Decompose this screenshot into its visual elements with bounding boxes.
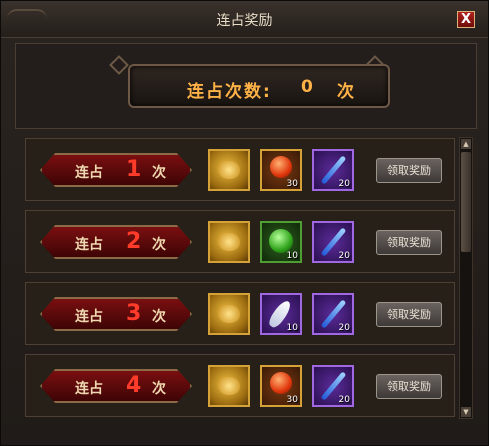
scroll-up-icon[interactable]: ▲: [461, 139, 471, 149]
claim-reward-button[interactable]: 领取奖励: [376, 374, 442, 399]
item-count: 10: [286, 323, 298, 333]
fire-orb-icon[interactable]: 30: [260, 149, 302, 191]
gold-ingot-icon-glyph: [218, 305, 240, 323]
scroll-thumb[interactable]: [461, 152, 471, 252]
row-suffix: 次: [152, 309, 166, 325]
gold-ingot-icon-glyph: [218, 161, 240, 179]
row-number: 4: [126, 373, 142, 398]
close-button[interactable]: X: [457, 11, 475, 28]
fire-orb-icon-glyph: [270, 372, 292, 394]
row-number: 1: [126, 157, 142, 182]
item-count: 20: [338, 323, 350, 333]
gold-ingot-icon[interactable]: [208, 221, 250, 263]
reward-row: 连占 3 次 10 20 领取奖励: [25, 282, 455, 345]
item-count: 20: [338, 179, 350, 189]
row-number: 3: [126, 301, 142, 326]
item-count: 10: [286, 251, 298, 261]
reward-row: 连占 2 次 10 20 领取奖励: [25, 210, 455, 273]
row-tier-label: 连占 3 次: [40, 297, 192, 331]
counter-label: 连占次数:: [187, 82, 272, 102]
reward-row: 连占 1 次 30 20 领取奖励: [25, 138, 455, 201]
counter-value: 0: [301, 77, 313, 97]
row-tier-label: 连占 2 次: [40, 225, 192, 259]
row-tier-label: 连占 1 次: [40, 153, 192, 187]
item-count: 30: [286, 395, 298, 405]
row-prefix: 连占: [75, 381, 103, 397]
scroll-down-icon[interactable]: ▼: [461, 407, 471, 417]
gold-ingot-icon[interactable]: [208, 365, 250, 407]
window-title: 连占奖励: [216, 13, 273, 29]
claim-reward-button[interactable]: 领取奖励: [376, 302, 442, 327]
row-prefix: 连占: [75, 309, 103, 325]
scrollbar[interactable]: ▲ ▼: [459, 137, 473, 419]
fire-orb-icon-glyph: [270, 156, 292, 178]
item-count: 30: [286, 179, 298, 189]
gold-ingot-icon-glyph: [218, 233, 240, 251]
row-tier-label: 连占 4 次: [40, 369, 192, 403]
row-suffix: 次: [152, 237, 166, 253]
gold-ingot-icon-glyph: [218, 377, 240, 395]
gold-ingot-icon[interactable]: [208, 293, 250, 335]
row-prefix: 连占: [75, 165, 103, 181]
counter-banner: 连占次数: 0 次: [128, 64, 390, 108]
green-orb-icon-glyph: [269, 229, 293, 253]
reward-list: 连占 1 次 30 20 领取奖励 连占 2 次 10 20 领取奖励 连占 3 次 10 20 领取奖励 连占 4 次…: [25, 135, 455, 443]
reward-row: 连占 4 次 30 20 领取奖励: [25, 354, 455, 417]
counter-unit: 次: [337, 82, 354, 102]
claim-reward-button[interactable]: 领取奖励: [376, 158, 442, 183]
claim-reward-button[interactable]: 领取奖励: [376, 230, 442, 255]
row-suffix: 次: [152, 381, 166, 397]
row-prefix: 连占: [75, 237, 103, 253]
green-orb-icon[interactable]: 10: [260, 221, 302, 263]
blue-potion-icon[interactable]: 20: [312, 221, 354, 263]
title-bar[interactable]: 连占奖励 X: [1, 1, 488, 38]
fire-orb-icon[interactable]: 30: [260, 365, 302, 407]
banner-left-ornament-icon: [109, 55, 129, 75]
gold-ingot-icon[interactable]: [208, 149, 250, 191]
white-feather-icon[interactable]: 10: [260, 293, 302, 335]
blue-potion-icon[interactable]: 20: [312, 293, 354, 335]
row-suffix: 次: [152, 165, 166, 181]
blue-potion-icon[interactable]: 20: [312, 149, 354, 191]
item-count: 20: [338, 251, 350, 261]
counter-box: 连占次数: 0 次: [15, 43, 477, 129]
reward-window: 连占奖励 X 连占次数: 0 次 连占 1 次 30 20 领取奖励 连占 2 次 10 20 领取奖…: [0, 0, 489, 446]
row-number: 2: [126, 229, 142, 254]
item-count: 20: [338, 395, 350, 405]
blue-potion-icon[interactable]: 20: [312, 365, 354, 407]
